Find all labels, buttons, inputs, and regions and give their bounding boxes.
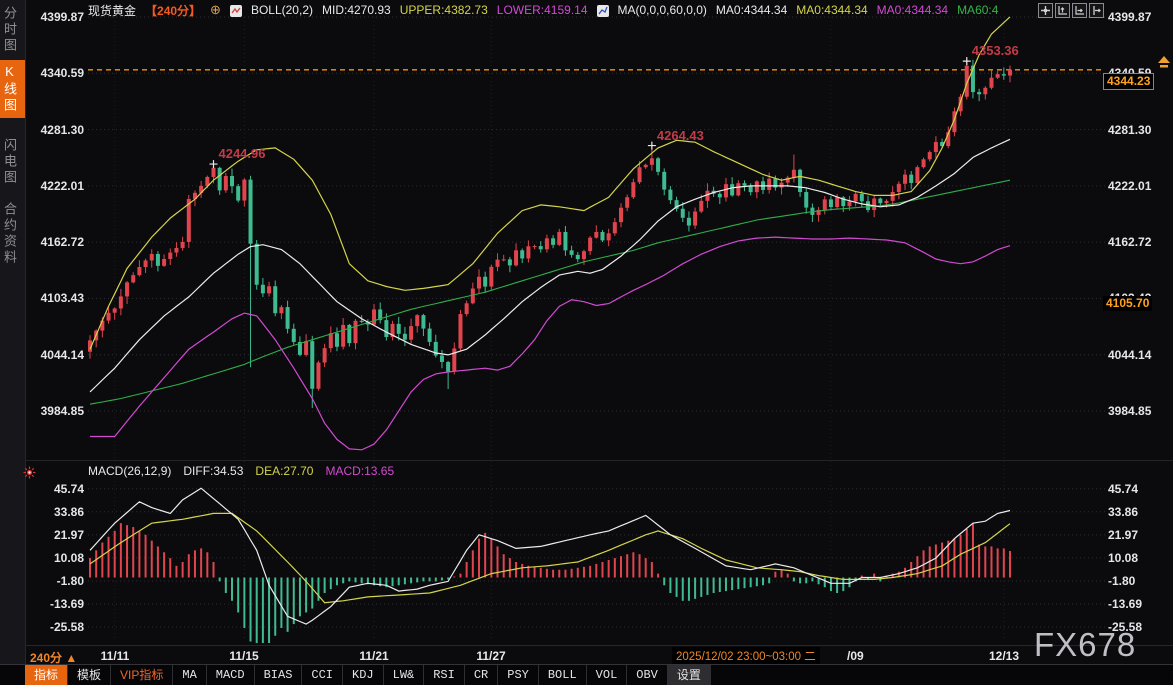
price-axis-label: 4162.72 — [1108, 235, 1158, 249]
indicator-vol[interactable]: VOL — [587, 665, 628, 685]
indicator-macd[interactable]: MACD — [207, 665, 255, 685]
scroll-to-price-icon[interactable] — [1156, 55, 1172, 73]
alert-price-tag: 4105.70 — [1103, 296, 1152, 311]
bar-time-tooltip: 2025/12/02 23:00~03:00 二 — [672, 647, 820, 665]
indicator-settings-icon[interactable] — [23, 466, 36, 484]
indicator-cr[interactable]: CR — [465, 665, 498, 685]
date-tick: 11/21 — [359, 649, 388, 663]
price-axis-label: 3984.85 — [34, 404, 84, 418]
period-label[interactable]: 【240分】 — [145, 2, 201, 19]
boll-lower-value: LOWER:4159.14 — [497, 3, 588, 17]
macd-axis-label: -25.58 — [34, 620, 84, 634]
price-axis-label: 4222.01 — [1108, 179, 1158, 193]
scale-right-icon[interactable] — [1072, 3, 1087, 18]
indicator-obv[interactable]: OBV — [627, 665, 668, 685]
symbol-name: 现货黄金 — [88, 2, 136, 19]
ma0-value-2: MA0:4344.34 — [796, 3, 867, 17]
price-axis-label: 4044.14 — [1108, 348, 1158, 362]
sidebar-item-kline[interactable]: K线图 — [0, 60, 25, 118]
macd-axis-label: 33.86 — [1108, 505, 1158, 519]
pane-divider — [25, 460, 1173, 461]
price-axis-label: 4044.14 — [34, 348, 84, 362]
chart-svg[interactable] — [0, 0, 1173, 685]
macd-axis-label: 33.86 — [34, 505, 84, 519]
macd-axis-label: -1.80 — [1108, 574, 1158, 588]
boll-mid-value: MID:4270.93 — [322, 3, 391, 17]
settings-button[interactable]: 设置 — [668, 665, 711, 685]
high-annotation: 4244.96 — [218, 146, 265, 161]
current-price-tag: 4344.23 — [1103, 73, 1154, 90]
macd-axis-label: -13.69 — [1108, 597, 1158, 611]
date-tick: 12/13 — [989, 649, 1019, 663]
trading-app-window: 分时图 K线图 闪电图 合约资料 现货黄金 【240分】 ⊕ BOLL(20,2… — [0, 0, 1173, 685]
high-annotation: 4264.43 — [657, 128, 704, 143]
macd-axis-label: 10.08 — [1108, 551, 1158, 565]
boll-label: BOLL(20,2) — [251, 3, 313, 17]
jump-to-latest-icon[interactable] — [1089, 3, 1104, 18]
sidebar: 分时图 K线图 闪电图 合约资料 — [0, 0, 26, 685]
ma0-value-1: MA0:4344.34 — [716, 3, 787, 17]
ma-label: MA(0,0,0,60,0,0) — [618, 3, 707, 17]
indicator-lw[interactable]: LW& — [384, 665, 425, 685]
price-axis-label: 4399.87 — [34, 10, 84, 24]
price-axis-label: 4281.30 — [34, 123, 84, 137]
indicator-bias[interactable]: BIAS — [255, 665, 303, 685]
tab-indicators[interactable]: 指标 — [25, 665, 68, 685]
macd-axis-label: 21.97 — [34, 528, 84, 542]
ma0-value-3: MA0:4344.34 — [877, 3, 948, 17]
indicator-psy[interactable]: PSY — [498, 665, 539, 685]
indicator-boll[interactable]: BOLL — [539, 665, 587, 685]
fx678-watermark: FX678 — [1034, 626, 1136, 664]
ma60-value: MA60:4 — [957, 3, 998, 17]
indicator-rsi[interactable]: RSI — [424, 665, 465, 685]
macd-axis-label: -13.69 — [34, 597, 84, 611]
indicator-header: 现货黄金 【240分】 ⊕ BOLL(20,2) MID:4270.93 UPP… — [88, 2, 998, 18]
macd-header: MACD(26,12,9) DIFF:34.53 DEA:27.70 MACD:… — [88, 464, 394, 478]
date-tick: 11/27 — [476, 649, 505, 663]
sidebar-item-contract-info[interactable]: 合约资料 — [0, 198, 25, 270]
sidebar-item-lightning[interactable]: 闪电图 — [0, 134, 25, 190]
indicator-ma[interactable]: MA — [173, 665, 206, 685]
x-axis: 240分 ▲ 11/11 11/15 11/21 11/27 12/13 /09… — [25, 645, 1173, 665]
triangle-up-icon: ▲ — [65, 651, 77, 665]
bottom-toolbar: 指标 模板 VIP指标 MA MACD BIAS CCI KDJ LW& RSI… — [0, 664, 1173, 685]
price-axis-label: 4340.59 — [34, 66, 84, 80]
macd-dea-value: DEA:27.70 — [255, 464, 313, 478]
high-annotation: 4353.36 — [972, 43, 1019, 58]
macd-axis-label: 45.74 — [34, 482, 84, 496]
macd-label: MACD(26,12,9) — [88, 464, 171, 478]
macd-value: MACD:13.65 — [325, 464, 394, 478]
date-tick-partial: /09 — [847, 649, 864, 663]
tab-vip-indicators[interactable]: VIP指标 — [111, 665, 173, 685]
ma-indicator-icon[interactable] — [597, 5, 609, 17]
macd-axis-label: -1.80 — [34, 574, 84, 588]
sidebar-item-timeline[interactable]: 分时图 — [0, 2, 25, 58]
price-axis-label: 4222.01 — [34, 179, 84, 193]
macd-axis-label: 10.08 — [34, 551, 84, 565]
add-indicator-icon[interactable]: ⊕ — [210, 2, 221, 18]
pan-mode-icon[interactable] — [1038, 3, 1053, 18]
date-tick: 11/11 — [101, 649, 130, 663]
date-tick: 11/15 — [229, 649, 258, 663]
macd-axis-label: 45.74 — [1108, 482, 1158, 496]
price-axis-label: 4399.87 — [1108, 10, 1158, 24]
indicator-kdj[interactable]: KDJ — [343, 665, 384, 685]
scale-up-icon[interactable] — [1055, 3, 1070, 18]
macd-axis-label: 21.97 — [1108, 528, 1158, 542]
indicator-cci[interactable]: CCI — [302, 665, 343, 685]
price-axis-label: 3984.85 — [1108, 404, 1158, 418]
macd-diff-value: DIFF:34.53 — [183, 464, 243, 478]
boll-indicator-icon[interactable] — [230, 5, 242, 17]
price-axis-label: 4162.72 — [34, 235, 84, 249]
price-axis-label: 4281.30 — [1108, 123, 1158, 137]
price-axis-label: 4103.43 — [34, 291, 84, 305]
boll-upper-value: UPPER:4382.73 — [400, 3, 488, 17]
tab-templates[interactable]: 模板 — [68, 665, 111, 685]
